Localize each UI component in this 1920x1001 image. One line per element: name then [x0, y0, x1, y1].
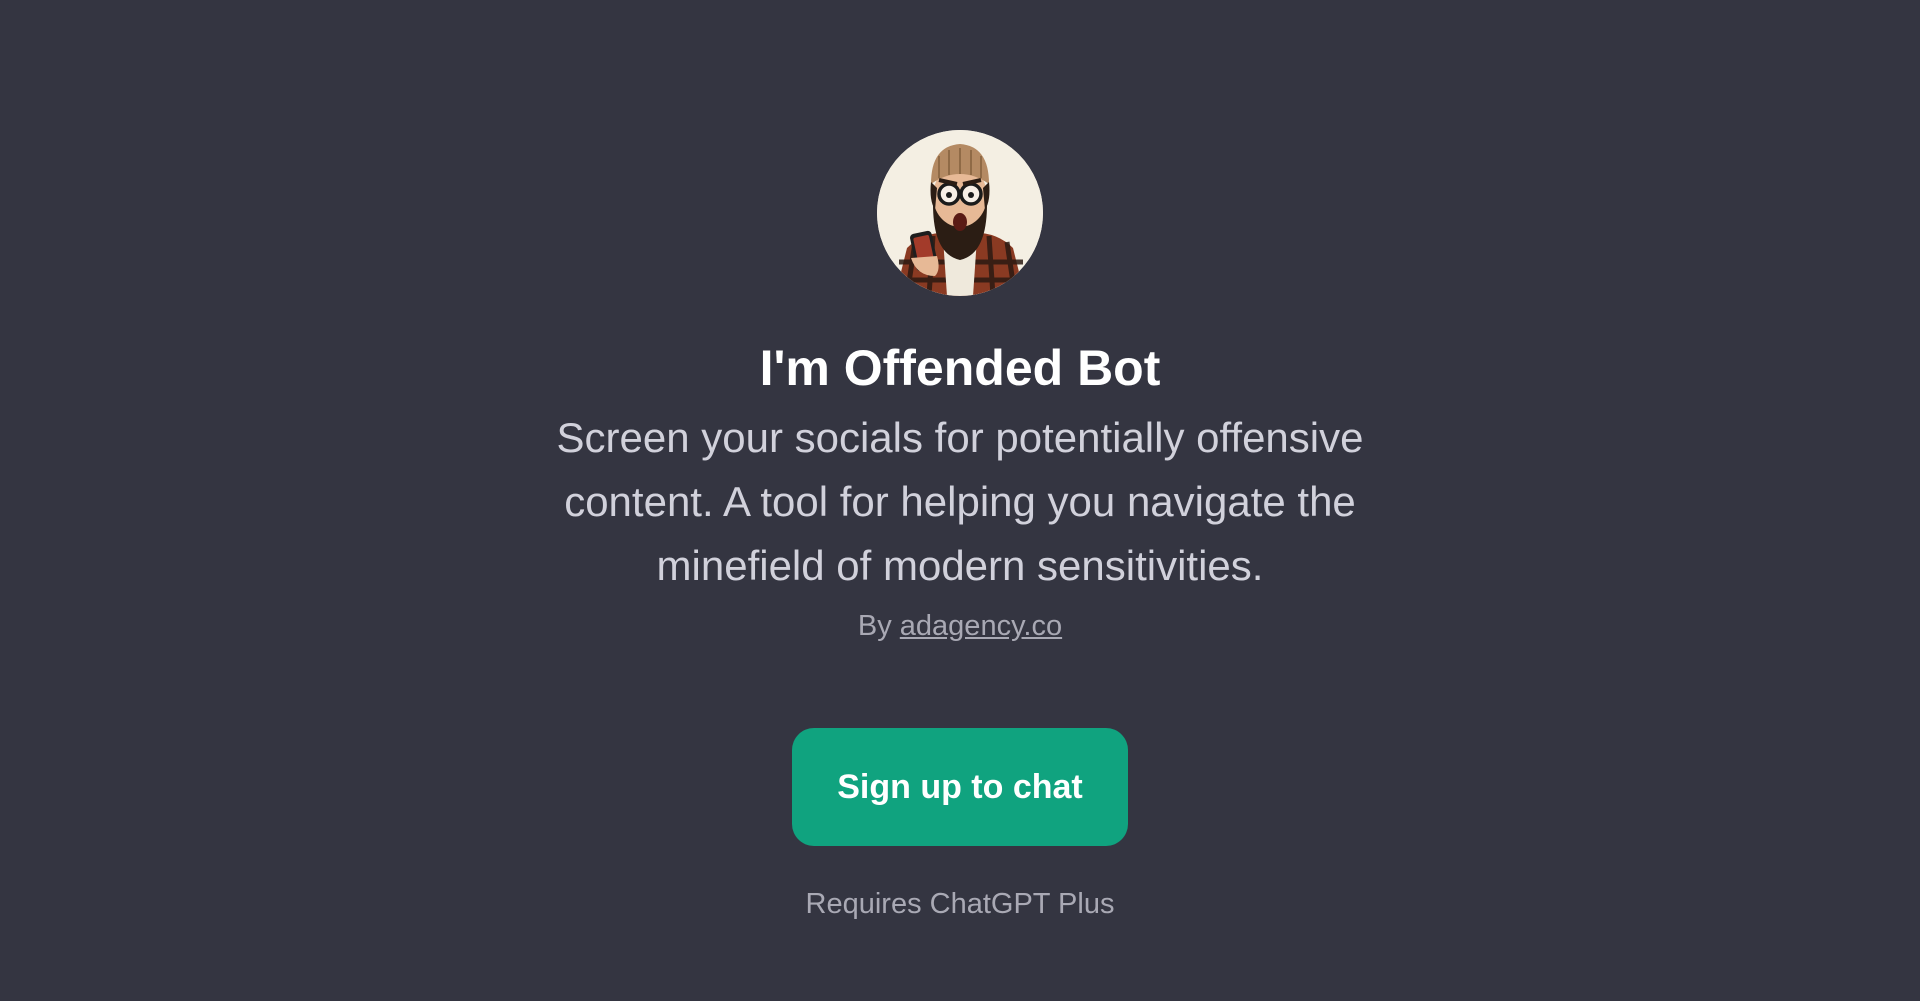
author-byline: By adagency.co: [858, 606, 1062, 646]
bot-description: Screen your socials for potentially offe…: [556, 414, 1364, 589]
bot-title: I'm Offended Bot: [759, 340, 1161, 396]
page: I'm Offended Bot Screen your socials for…: [0, 0, 1920, 1001]
byline-prefix: By: [857, 610, 892, 642]
bot-avatar: [877, 130, 1043, 296]
signup-button[interactable]: Sign up to chat: [792, 728, 1128, 846]
hipster-offended-avatar-icon: [877, 130, 1043, 296]
plus-requirement-note: Requires ChatGPT Plus: [805, 888, 1115, 920]
author-link[interactable]: adagency.co: [900, 610, 1062, 642]
